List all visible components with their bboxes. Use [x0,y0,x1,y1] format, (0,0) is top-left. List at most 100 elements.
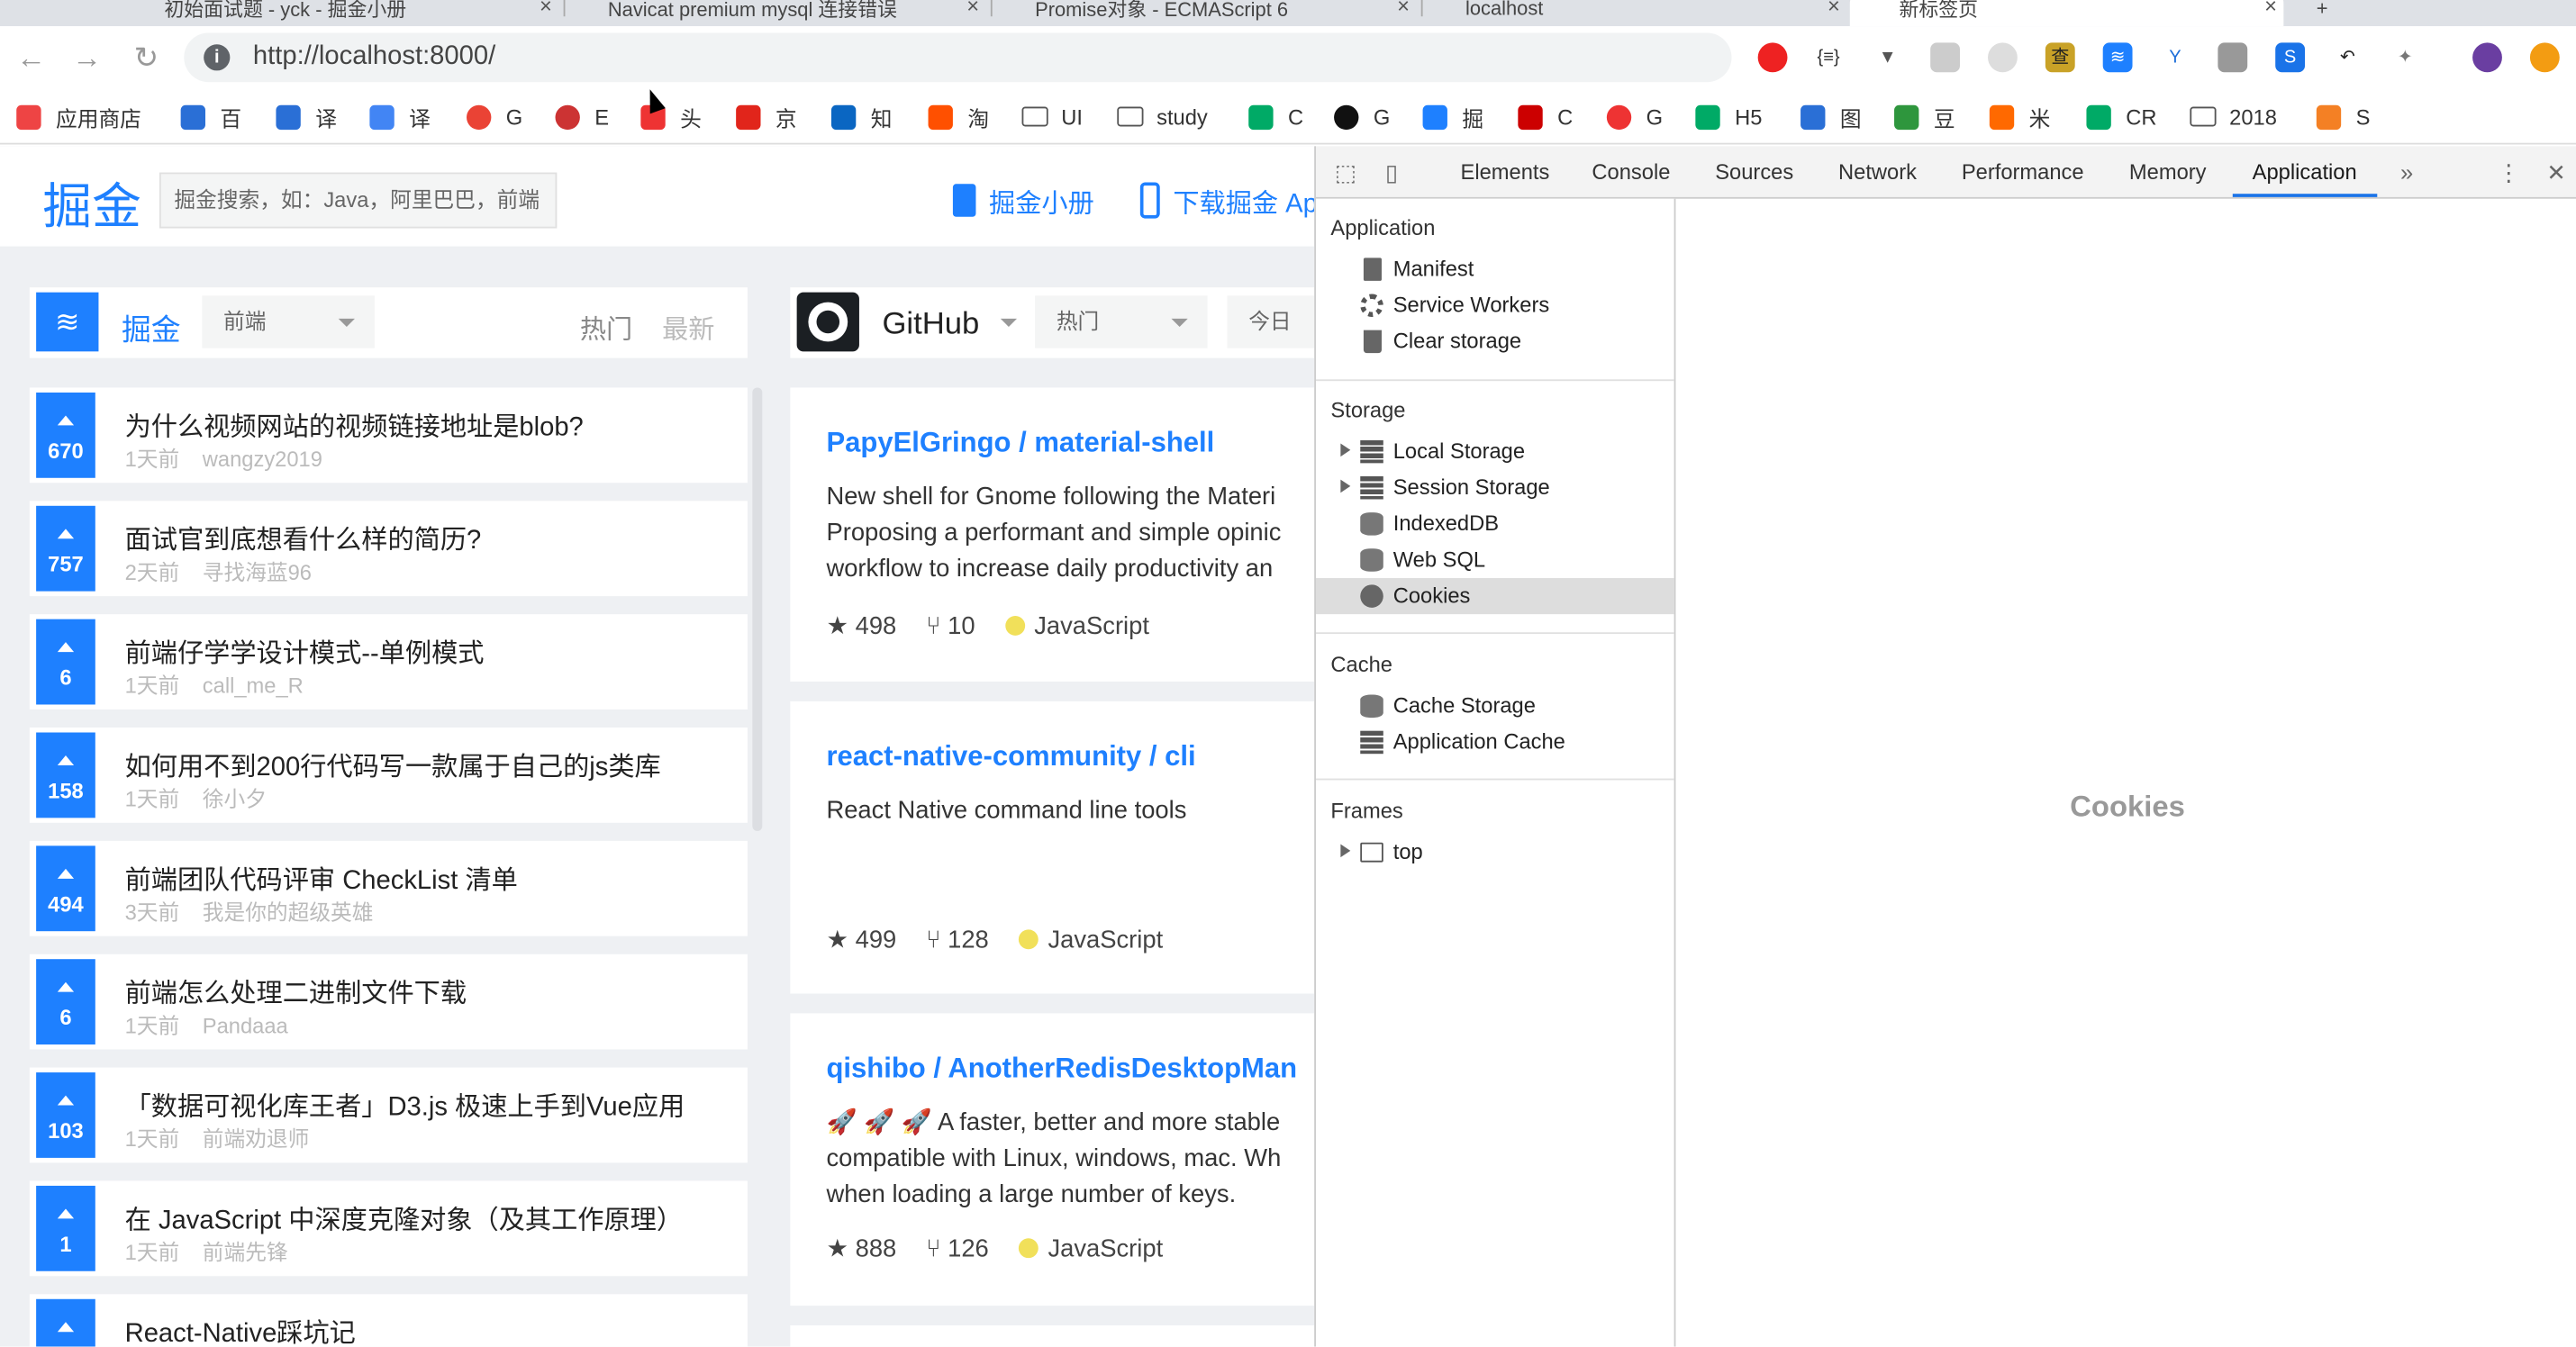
repo-name[interactable]: PapyElGringo / material-shell [826,427,1214,459]
puzzle-extension-icon[interactable]: ✦ [2390,42,2420,72]
period-select[interactable]: 今日 [1227,295,1315,348]
list-item[interactable]: 1 在 JavaScript 中深度克隆对象（及其工作原理） 1天前 前端先锋 [29,1180,748,1277]
bookmark[interactable]: 掘 [1422,102,1483,131]
bookmark[interactable]: G [467,102,522,131]
reload-icon[interactable]: ↻ [128,40,164,76]
bookmark[interactable]: 米 [1989,102,2050,131]
sidebar-item-service-workers[interactable]: Service Workers [1316,287,1674,323]
sidebar-item-session-storage[interactable]: Session Storage [1316,470,1674,506]
bookmark[interactable]: G [1334,102,1390,131]
sidebar-item-clear-storage[interactable]: Clear storage [1316,323,1674,359]
new-tab-button[interactable]: + [2293,0,2359,26]
chevron-down-icon[interactable] [1000,318,1018,327]
kebab-menu-icon[interactable]: ⋮ [2496,159,2522,185]
tab-console[interactable]: Console [1592,146,1670,197]
close-icon[interactable]: × [540,0,552,18]
repo-card[interactable]: react-native-community / cli React Nativ… [790,701,1315,994]
close-icon[interactable]: × [966,0,979,18]
repo-name[interactable]: qishibo / AnotherRedisDesktopMan [826,1053,1297,1085]
upvote-button[interactable]: 158 [36,732,95,818]
browser-tab[interactable]: 初始面试题 - yck - 掘金小册 × [115,0,558,26]
update-icon[interactable] [2529,42,2560,73]
sidebar-item-frame-top[interactable]: top [1316,835,1674,871]
close-icon[interactable]: × [1828,0,1840,18]
bookmark[interactable]: S [2316,102,2370,131]
address-bar[interactable]: i http://localhost:8000/ [184,32,1732,83]
extension-icon[interactable]: S [2275,42,2306,73]
upvote-button[interactable]: 670 [36,392,95,478]
list-item[interactable]: 494 前端团队代码评审 CheckList 清单 3天前 我是你的超级英雄 [29,840,748,936]
extension-icon[interactable]: ↶ [2333,42,2363,72]
sidebar-item-manifest[interactable]: Manifest [1316,251,1674,287]
juejin-logo[interactable]: 掘金 [42,166,141,238]
upvote-button[interactable]: 1 [36,1185,95,1271]
bookmark[interactable]: E [555,102,609,131]
json-extension-icon[interactable]: {≡} [1814,42,1844,72]
sidebar-item-cookies[interactable]: Cookies [1316,578,1674,615]
extension-icon[interactable] [2218,42,2248,73]
bookmark[interactable]: 应用商店 [16,102,141,131]
sort-select[interactable]: 热门 [1035,295,1208,348]
bookmark[interactable]: 译 [369,102,431,131]
close-icon[interactable]: ✕ [2544,159,2570,185]
dictionary-extension-icon[interactable]: 查 [2045,42,2075,73]
list-item[interactable]: 670 为什么视频网站的视频链接地址是blob? 1天前 wangzy2019 [29,387,748,484]
list-item[interactable]: 757 面试官到底想看什么样的简历? 2天前 寻找海蓝96 [29,501,748,597]
bookmark[interactable]: 百 [180,102,241,131]
upvote-button[interactable]: 103 [36,1072,95,1158]
tab-network[interactable]: Network [1838,146,1917,197]
extension-icon[interactable] [1930,42,1961,73]
sort-hot[interactable]: 热门 [580,307,632,347]
extension-icon[interactable]: Y [2161,42,2191,72]
close-icon[interactable]: × [1397,0,1410,18]
bookmark-folder[interactable]: UI [1021,102,1083,131]
search-input[interactable]: 掘金搜索，如：Java，阿里巴巴，前端 [159,172,558,229]
list-item[interactable]: 103 「数据可视化库王者」D3.js 极速上手到Vue应用 1天前 前端劝退师 [29,1067,748,1163]
list-item[interactable]: 158 如何用不到200行代码写一款属于自己的js类库 1天前 徐小夕 [29,728,748,823]
extension-icon[interactable] [1988,42,2018,73]
repo-card[interactable]: PapyElGringo / material-shell New shell … [790,387,1315,682]
book-link[interactable]: 掘金小册 [952,181,1094,221]
browser-tab[interactable]: localhost × [1416,0,1846,26]
browser-tab[interactable]: Promise对象 - ECMAScript 6 × [985,0,1416,26]
bookmark-folder[interactable]: study [1117,102,1208,131]
category-select[interactable]: 前端 [202,295,375,348]
bookmark-folder[interactable]: 2018 [2190,102,2277,131]
bookmark[interactable]: G [1606,102,1663,131]
scrollbar[interactable] [752,387,763,831]
sidebar-item-web-sql[interactable]: Web SQL [1316,542,1674,578]
sidebar-item-application-cache[interactable]: Application Cache [1316,724,1674,760]
vue-extension-icon[interactable]: ▼ [1873,42,1902,72]
bookmark[interactable]: 淘 [928,102,989,131]
bookmark[interactable]: C [1518,102,1573,131]
tab-memory[interactable]: Memory [2129,146,2207,197]
bookmark[interactable]: H5 [1695,102,1762,131]
inspect-element-icon[interactable]: ⬚ [1332,159,1358,185]
bookmark[interactable]: C [1248,102,1303,131]
list-item[interactable]: React-Native踩坑记 [29,1294,748,1347]
bookmark[interactable]: 译 [276,102,337,131]
upvote-button[interactable]: 757 [36,505,95,592]
bookmark[interactable]: 图 [1800,102,1862,131]
tab-application[interactable]: Application [2232,146,2377,197]
sidebar-item-local-storage[interactable]: Local Storage [1316,434,1674,470]
bookmark[interactable]: 豆 [1894,102,1955,131]
adblock-extension-icon[interactable] [1757,42,1788,73]
bookmark[interactable]: 京 [736,102,797,131]
browser-tab[interactable]: Navicat premium mysql 连接错误 × [558,0,985,26]
repo-card[interactable]: qishibo / AnotherRedisDesktopMan 🚀 🚀 🚀 A… [790,1013,1315,1306]
avatar[interactable] [2472,42,2502,73]
upvote-button[interactable]: 6 [36,619,95,705]
sidebar-item-cache-storage[interactable]: Cache Storage [1316,688,1674,724]
bookmark[interactable]: CR [2086,102,2156,131]
info-icon[interactable]: i [204,44,231,71]
upvote-button[interactable]: 6 [36,959,95,1045]
browser-tab-active[interactable]: 新标签页 × [1849,0,2284,27]
tab-performance[interactable]: Performance [1962,146,2084,197]
bookmark[interactable]: 知 [830,102,892,131]
back-icon[interactable]: ← [14,40,50,76]
upvote-button[interactable] [36,1298,95,1347]
tab-sources[interactable]: Sources [1715,146,1793,197]
sort-new[interactable]: 最新 [662,307,714,347]
tab-elements[interactable]: Elements [1461,146,1550,197]
